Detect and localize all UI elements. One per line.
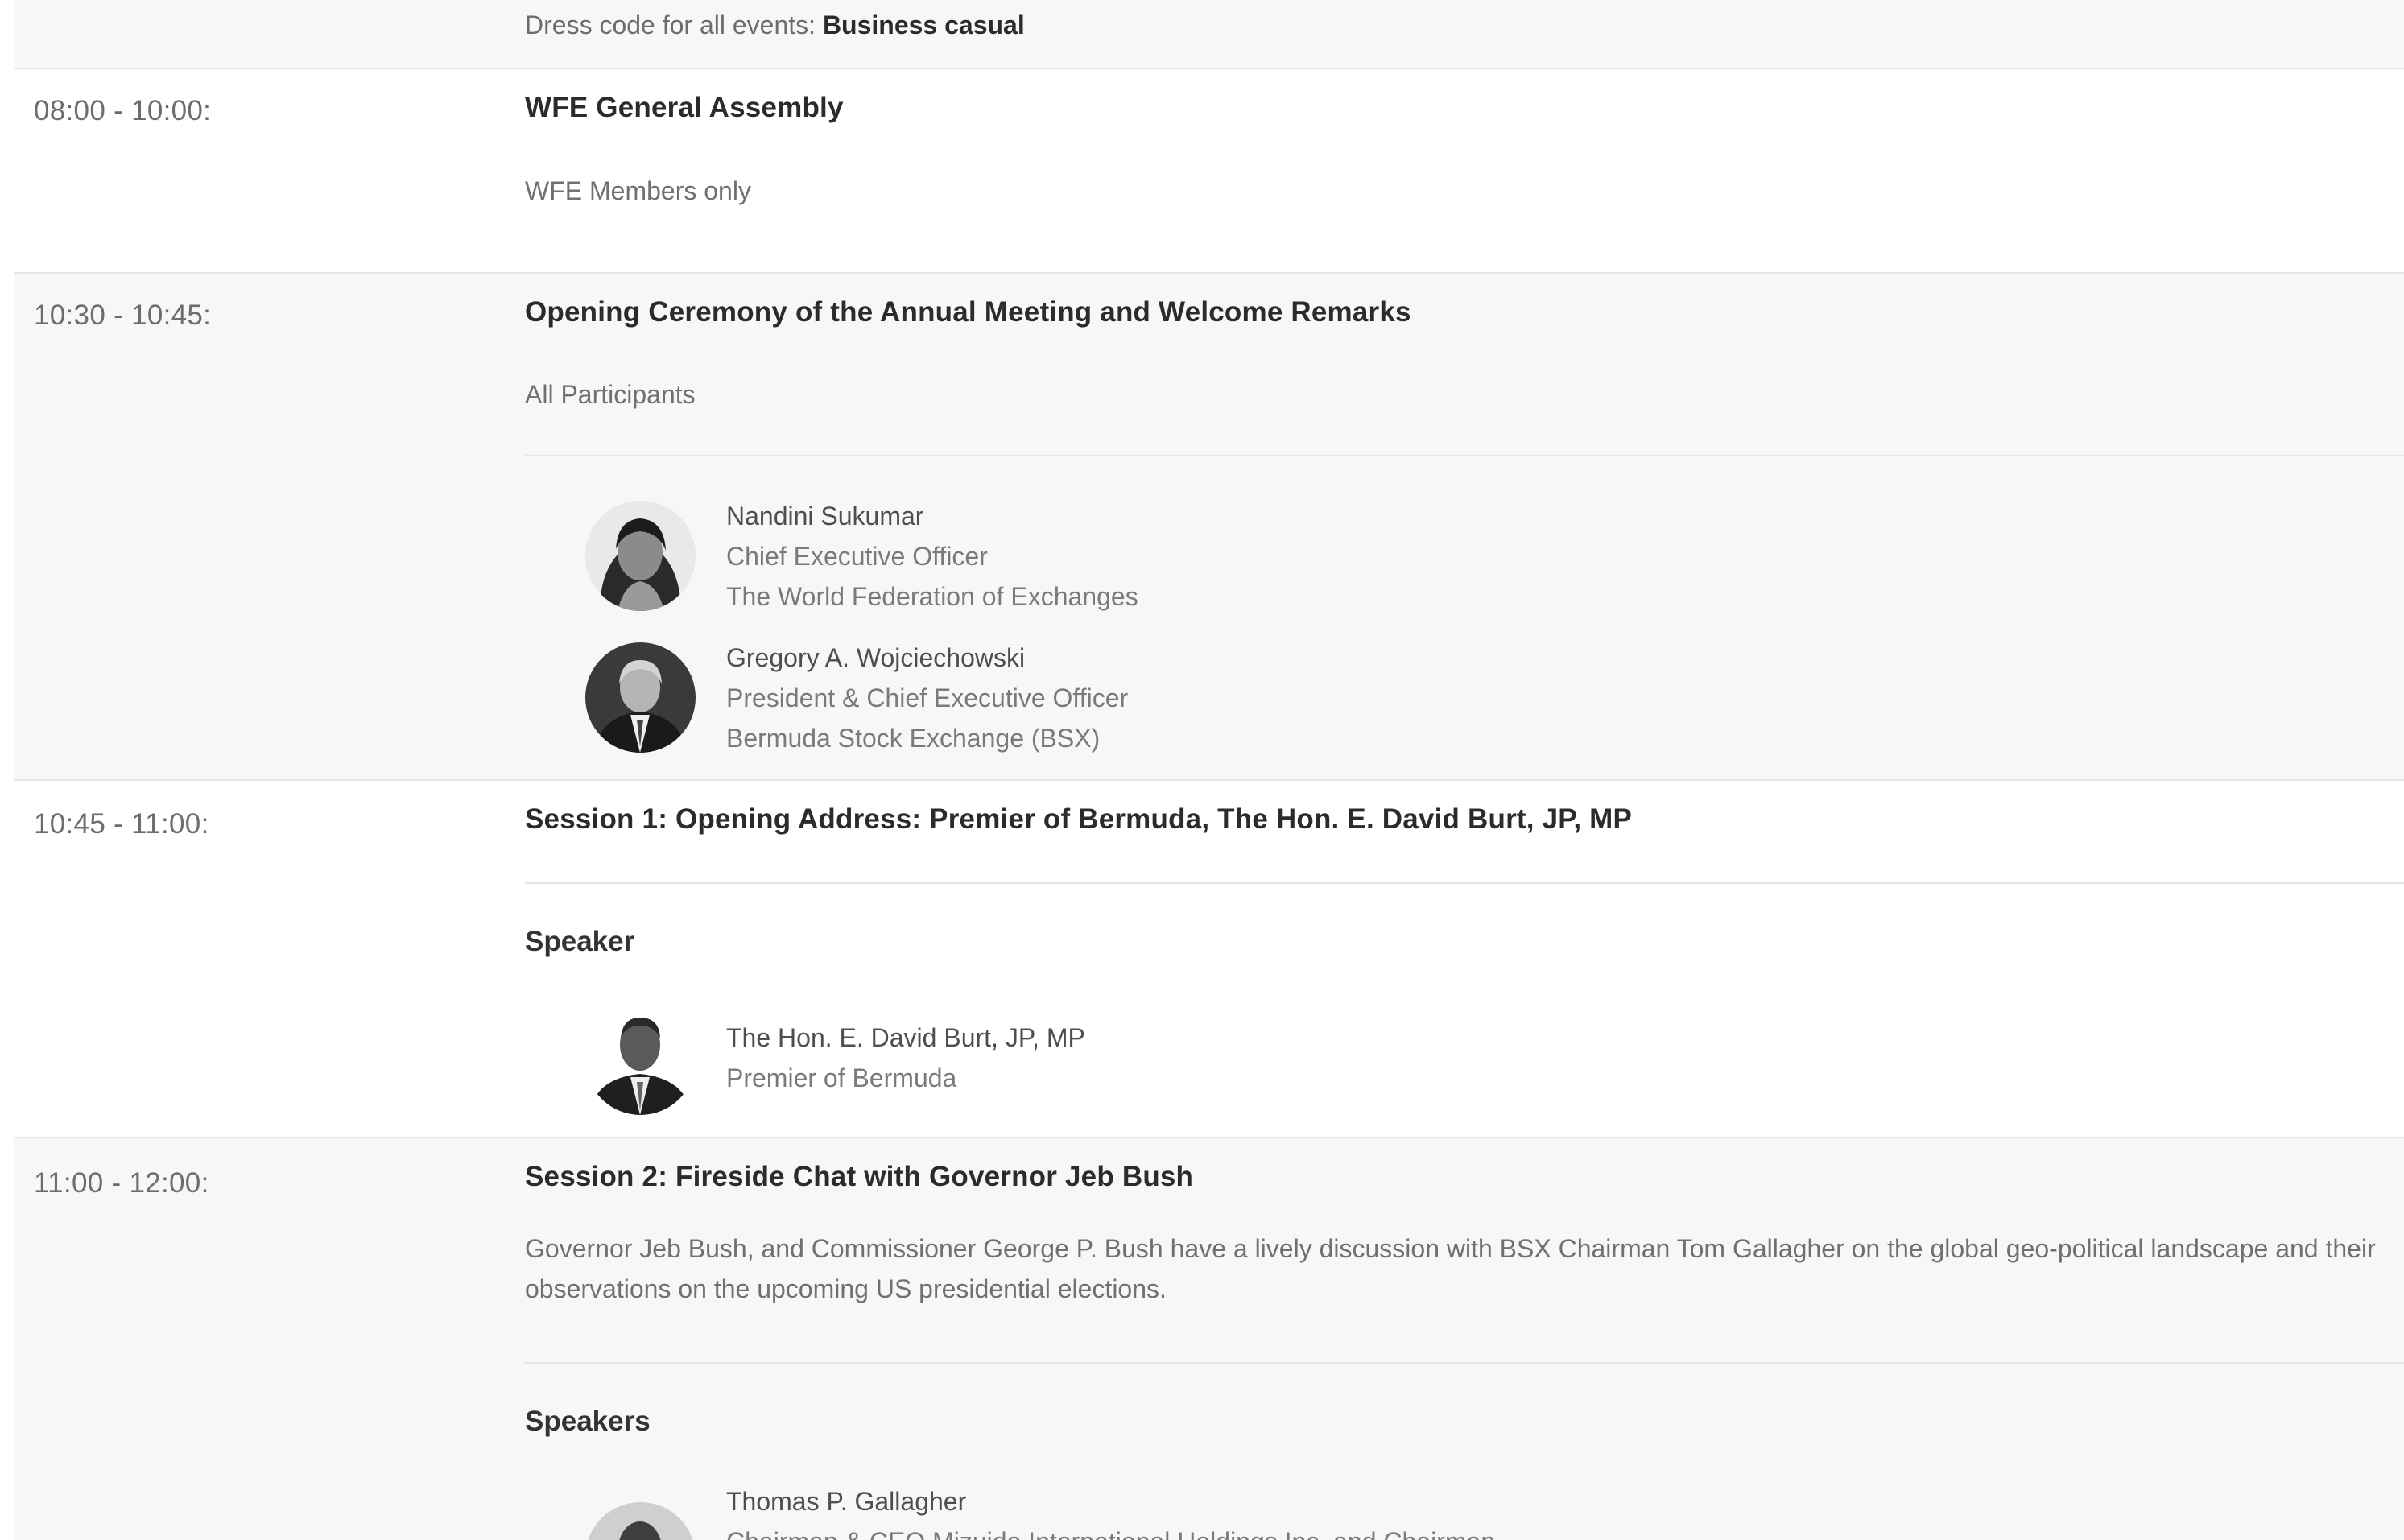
- dress-code-row: Dress code for all events: Business casu…: [14, 0, 2404, 69]
- session-description: Governor Jeb Bush, and Commissioner Geor…: [525, 1234, 2376, 1303]
- speaker-role: Chief Executive Officer: [726, 542, 988, 571]
- agenda-row-session-1: 10:45 - 11:00: Session 1: Opening Addres…: [14, 781, 2404, 1138]
- speaker-info: Thomas P. Gallagher Chairman & CEO Mizui…: [726, 1481, 1495, 1540]
- dress-code-label: Dress code for all events:: [525, 10, 823, 39]
- session-title: Session 2: Fireside Chat with Governor J…: [525, 1161, 1194, 1192]
- speaker-info: Nandini Sukumar Chief Executive Officer …: [726, 496, 1138, 617]
- agenda-row-session-2: 11:00 - 12:00: Session 2: Fireside Chat …: [14, 1138, 2404, 1540]
- speaker-card[interactable]: Gregory A. Wojciechowski President & Chi…: [585, 642, 1712, 763]
- section-divider: [525, 882, 2404, 884]
- speaker-card[interactable]: Thomas P. Gallagher Chairman & CEO Mizui…: [585, 1487, 1712, 1540]
- session-title: Opening Ceremony of the Annual Meeting a…: [525, 296, 1411, 328]
- dress-code-text: Dress code for all events: Business casu…: [525, 10, 1025, 40]
- session-title: WFE General Assembly: [525, 92, 844, 123]
- section-divider: [525, 1362, 2404, 1364]
- dress-code-value: Business casual: [822, 10, 1025, 39]
- speaker-name: The Hon. E. David Burt, JP, MP: [726, 1023, 1085, 1052]
- section-divider: [525, 455, 2404, 456]
- speaker-organization: The World Federation of Exchanges: [726, 582, 1138, 611]
- speaker-role: Premier of Bermuda: [726, 1063, 957, 1092]
- agenda-row-opening-ceremony: 10:30 - 10:45: Opening Ceremony of the A…: [14, 274, 2404, 781]
- speaker-role: Chairman & CEO Mizuido International Hol…: [726, 1521, 1495, 1540]
- session-title: Session 1: Opening Address: Premier of B…: [525, 803, 1633, 835]
- speaker-name: Nandini Sukumar: [726, 502, 924, 531]
- speakers-heading: Speakers: [525, 1406, 651, 1437]
- session-description: WFE Members only: [525, 176, 751, 205]
- speaker-card[interactable]: Nandini Sukumar Chief Executive Officer …: [585, 501, 1712, 621]
- speakers-heading: Speaker: [525, 926, 635, 957]
- session-time: 10:45 - 11:00:: [34, 808, 209, 840]
- speaker-card[interactable]: The Hon. E. David Burt, JP, MP Premier o…: [585, 1005, 1712, 1125]
- speaker-info: The Hon. E. David Burt, JP, MP Premier o…: [726, 1018, 1085, 1098]
- speaker-name: Gregory A. Wojciechowski: [726, 643, 1026, 672]
- agenda-list: Dress code for all events: Business casu…: [14, 0, 2404, 1540]
- speaker-role: President & Chief Executive Officer: [726, 683, 1129, 712]
- speaker-name: Thomas P. Gallagher: [726, 1487, 967, 1516]
- speaker-info: Gregory A. Wojciechowski President & Chi…: [726, 638, 1128, 758]
- speaker-organization: Bermuda Stock Exchange (BSX): [726, 724, 1101, 753]
- speaker-avatar-photo: [585, 1005, 696, 1115]
- agenda-row-general-assembly: 08:00 - 10:00: WFE General Assembly WFE …: [14, 69, 2404, 274]
- speaker-avatar-photo: [585, 501, 696, 611]
- session-time: 11:00 - 12:00:: [34, 1167, 209, 1199]
- speaker-avatar-photo: [585, 1502, 696, 1540]
- session-time: 08:00 - 10:00:: [34, 95, 212, 126]
- session-time: 10:30 - 10:45:: [34, 299, 212, 331]
- session-description: All Participants: [525, 380, 696, 409]
- speaker-avatar-photo: [585, 642, 696, 753]
